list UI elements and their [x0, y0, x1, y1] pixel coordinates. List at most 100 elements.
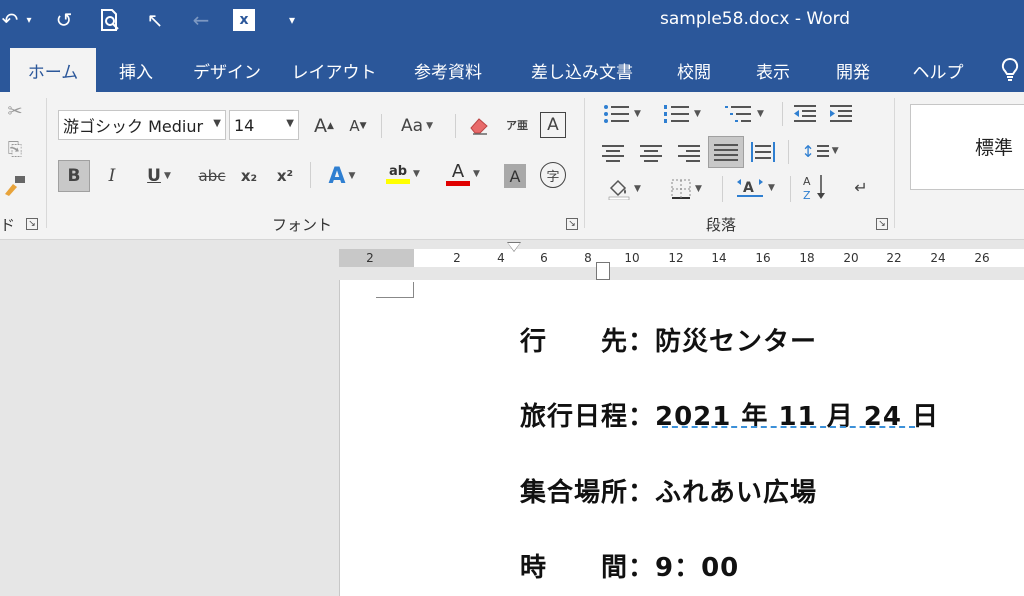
redo-icon[interactable]: ↺ [50, 6, 78, 34]
ruler-tick: 22 [886, 251, 902, 265]
subscript-button[interactable]: x₂ [234, 160, 264, 192]
tab-references[interactable]: 参考資料 [398, 48, 498, 92]
divider [790, 176, 791, 202]
margin-corner-mark [376, 297, 413, 298]
tab-developer[interactable]: 開発 [822, 48, 884, 92]
excel-icon[interactable]: x [230, 6, 258, 34]
group-separator [894, 98, 895, 228]
font-name-combo[interactable]: 游ゴシック Mediur ▼ [58, 110, 226, 140]
paragraph-launcher-icon[interactable]: ↘ [876, 218, 888, 230]
bold-button[interactable]: B [58, 160, 90, 192]
chevron-down-icon: ▼ [426, 121, 433, 131]
margin-corner-mark [413, 282, 414, 298]
doc-line-destination[interactable]: 行 先：防災センター [520, 321, 817, 358]
pointer-icon[interactable]: ↖ [142, 6, 168, 34]
underline-button[interactable]: U ▼ [134, 160, 184, 192]
chevron-down-icon: ▼ [163, 171, 171, 181]
decrease-indent-icon[interactable] [790, 100, 820, 128]
char-shading-label: A [509, 166, 521, 186]
undo-icon[interactable]: ↶ [0, 6, 20, 34]
chevron-down-icon: ▼ [348, 171, 356, 181]
font-color-button[interactable]: A ▼ [438, 156, 488, 192]
divider [310, 162, 311, 188]
text-effects-button[interactable]: A ▼ [320, 160, 364, 192]
numbering-button[interactable]: ▼ [658, 100, 706, 128]
justify-icon[interactable] [708, 136, 744, 168]
font-size-combo[interactable]: 14 ▼ [229, 110, 299, 140]
phonetic-guide-button[interactable]: ア亜 [502, 110, 532, 140]
chevron-down-icon: ▼ [694, 109, 701, 119]
paragraph-group-label: 段落 [706, 216, 737, 234]
eraser-svg [470, 118, 488, 135]
highlight-label: ab [388, 164, 408, 179]
divider [381, 114, 382, 138]
format-painter-icon[interactable] [2, 172, 28, 198]
multilevel-list-button[interactable]: ▼ [718, 100, 770, 128]
char-border-button[interactable]: A [540, 112, 566, 138]
sort-icon: A Z [803, 175, 825, 201]
copy-icon[interactable]: ⎘ [2, 136, 28, 162]
phonetic-guide-label: ア亜 [506, 118, 528, 132]
bullets-button[interactable]: ▼ [598, 100, 646, 128]
borders-button[interactable]: ▼ [660, 174, 712, 204]
change-case-button[interactable]: Aa ▼ [392, 112, 442, 140]
font-name-value: 游ゴシック Mediur [63, 117, 204, 136]
tab-home[interactable]: ホーム [10, 48, 96, 92]
tab-insert[interactable]: 挿入 [104, 48, 168, 92]
lightbulb-svg [1001, 57, 1019, 81]
ruler-tick: 26 [974, 251, 990, 265]
chevron-down-icon: ▼ [831, 146, 839, 156]
superscript-button[interactable]: x² [270, 160, 300, 192]
doc-line-meeting-place[interactable]: 集合場所：ふれあい広場 [520, 472, 817, 509]
sort-button[interactable]: A Z [798, 170, 832, 204]
horizontal-ruler[interactable]: 2 2 4 6 8 10 12 14 16 18 20 22 24 26 [339, 249, 1024, 267]
highlight-button[interactable]: ab ▼ [378, 156, 428, 192]
enclose-char-button[interactable]: 字 [540, 162, 566, 188]
ruler-tick: 18 [799, 251, 815, 265]
char-shading-button[interactable]: A [504, 164, 526, 188]
tab-layout[interactable]: レイアウト [284, 48, 384, 92]
left-indent-marker[interactable] [596, 262, 610, 280]
decrease-indent-svg [794, 105, 816, 122]
doc-line-time[interactable]: 時 間：9：00 [520, 547, 739, 584]
cut-icon[interactable]: ✂ [2, 98, 28, 124]
tab-review[interactable]: 校閲 [664, 48, 724, 92]
tab-mailings[interactable]: 差し込み文書 [514, 48, 650, 92]
increase-indent-svg [830, 105, 852, 122]
undo-dropdown-icon[interactable]: ▾ [22, 6, 36, 34]
shading-button[interactable]: ▼ [598, 174, 650, 204]
tab-design[interactable]: デザイン [184, 48, 270, 92]
grow-font-button[interactable]: A ▲ [310, 112, 338, 140]
enclose-char-label: 字 [546, 169, 560, 185]
distributed-svg [751, 142, 775, 162]
align-left-icon[interactable] [600, 142, 626, 164]
line-spacing-button[interactable]: ↕ ▼ [796, 136, 844, 166]
align-right-icon[interactable] [674, 142, 700, 164]
superscript-label: x² [276, 167, 294, 185]
font-launcher-icon[interactable]: ↘ [566, 218, 578, 230]
customize-qat-icon[interactable]: ▾ [282, 6, 302, 34]
italic-button[interactable]: I [98, 160, 126, 192]
show-formatting-icon[interactable]: ↵ [846, 172, 876, 202]
subscript-label: x₂ [240, 167, 258, 185]
tab-help[interactable]: ヘルプ [900, 48, 976, 92]
style-normal[interactable]: 標準 [910, 104, 1024, 190]
tab-view[interactable]: 表示 [742, 48, 804, 92]
distributed-icon[interactable] [748, 138, 778, 166]
first-line-indent-fill [508, 243, 520, 251]
borders-icon [671, 179, 691, 199]
print-preview-icon[interactable] [96, 6, 124, 34]
ruler-tick: 14 [711, 251, 727, 265]
back-icon[interactable]: ← [188, 6, 214, 34]
title-bar: ↶ ▾ ↺ ↖ ← x ▾ sample58.docx - Word [0, 0, 1024, 40]
strikethrough-button[interactable]: abc [194, 160, 230, 192]
chevron-down-icon: ▼ [634, 109, 641, 119]
increase-indent-icon[interactable] [826, 100, 856, 128]
shrink-font-button[interactable]: A ▼ [344, 112, 372, 140]
lightbulb-icon[interactable] [996, 48, 1024, 92]
clipboard-launcher-icon[interactable]: ↘ [26, 218, 38, 230]
svg-text:A: A [743, 180, 754, 196]
clear-formatting-icon[interactable] [464, 110, 494, 140]
text-direction-button[interactable]: A ▼ [728, 172, 782, 204]
align-center-icon[interactable] [638, 142, 664, 164]
